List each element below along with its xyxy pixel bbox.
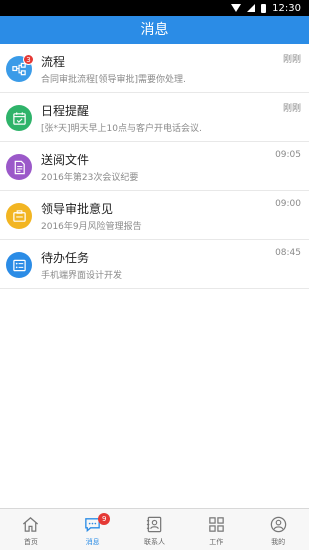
message-time: 09:00 [275,199,301,209]
tab-work[interactable]: 工作 [185,509,247,550]
message-title: 待办任务 [41,251,90,265]
message-title: 送阅文件 [41,153,90,167]
tab-profile[interactable]: 我的 [247,509,309,550]
message-item-documents[interactable]: 送阅文件 2016年第23次会议纪要 09:05 [0,142,309,191]
tab-label: 首页 [23,538,38,546]
unread-count-badge: 9 [98,513,111,525]
profile-icon [270,516,286,533]
battery-icon [261,3,267,13]
contacts-icon [146,516,162,533]
message-list: 3 流程 合同审批流程[领导审批]需要你处理. 刚刚 日程提醒 [张*天]明天早… [0,44,309,289]
message-item-schedule[interactable]: 日程提醒 [张*天]明天早上10点与客户开电话会议. 刚刚 [0,93,309,142]
document-icon [6,154,32,180]
approval-icon [6,203,32,229]
message-title: 领导审批意见 [41,202,114,216]
home-icon [23,517,39,532]
message-time: 09:05 [275,150,301,160]
message-preview: 手机端界面设计开发 [41,271,123,281]
message-title: 流程 [41,55,66,69]
tab-home[interactable]: 首页 [0,509,62,550]
message-item-flow[interactable]: 3 流程 合同审批流程[领导审批]需要你处理. 刚刚 [0,44,309,93]
message-title: 日程提醒 [41,104,90,118]
tab-contacts[interactable]: 联系人 [124,509,186,550]
task-list-icon [6,252,32,278]
bottom-tab-bar: 首页 9 消息 联系人 工作 我的 [0,508,309,550]
grid-icon [209,517,224,532]
calendar-icon [6,105,32,131]
tab-label: 我的 [271,538,286,546]
message-time: 刚刚 [282,104,301,114]
status-time: 12:30 [272,2,301,14]
message-item-todo[interactable]: 待办任务 手机端界面设计开发 08:45 [0,240,309,289]
signal-icon [247,4,256,12]
tab-messages[interactable]: 9 消息 [62,509,124,550]
tab-label: 联系人 [143,538,165,546]
status-bar: 12:30 [0,0,309,16]
message-item-approval[interactable]: 领导审批意见 2016年9月风险管理报告 09:00 [0,191,309,240]
message-preview: [张*天]明天早上10点与客户开电话会议. [41,124,202,134]
tab-label: 工作 [209,538,224,546]
unread-badge: 3 [23,54,34,65]
message-preview: 2016年9月风险管理报告 [41,222,142,232]
message-time: 刚刚 [282,55,301,65]
message-preview: 2016年第23次会议纪要 [41,173,139,183]
page-title: 消息 [0,16,309,44]
wifi-icon [231,4,242,12]
message-preview: 合同审批流程[领导审批]需要你处理. [41,75,186,85]
message-time: 08:45 [275,248,301,258]
tab-label: 消息 [85,538,100,546]
